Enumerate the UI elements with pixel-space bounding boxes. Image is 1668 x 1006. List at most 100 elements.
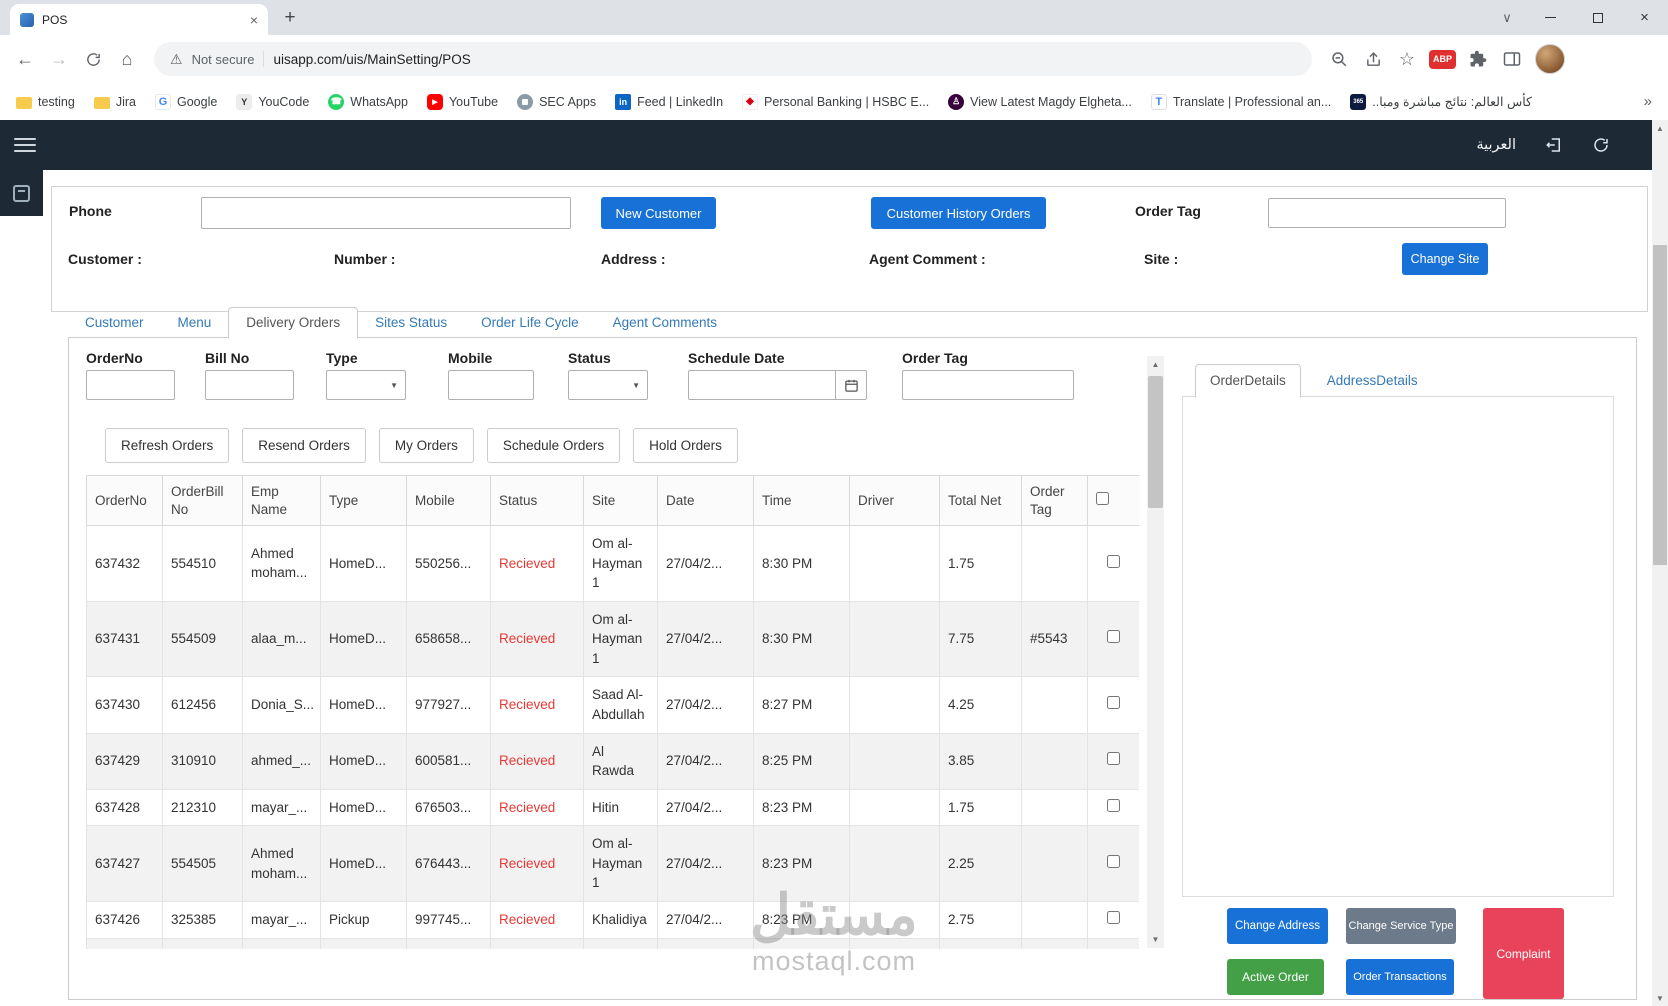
side-panel-icon[interactable] — [1495, 42, 1529, 76]
page-scrollbar[interactable]: ▲ ▼ — [1652, 120, 1668, 1006]
bookmark-translate[interactable]: Translate | Professional an... — [1150, 93, 1331, 110]
logout-icon[interactable] — [1544, 136, 1564, 154]
back-icon[interactable]: ← — [8, 42, 42, 76]
minimize-button[interactable] — [1527, 0, 1574, 35]
scroll-down-icon[interactable]: ▼ — [1147, 931, 1164, 948]
row-checkbox[interactable] — [1107, 752, 1120, 766]
filter-mobile-input[interactable] — [448, 370, 534, 400]
premier-league-favicon-icon — [948, 93, 965, 110]
bookmark-hsbc[interactable]: Personal Banking | HSBC E... — [742, 93, 929, 110]
filter-status-select[interactable]: ▼ — [568, 370, 648, 400]
resend-orders-button[interactable]: Resend Orders — [242, 428, 366, 463]
calendar-button[interactable] — [835, 370, 867, 400]
scroll-down-icon[interactable]: ▼ — [1652, 990, 1668, 1006]
new-customer-button[interactable]: New Customer — [601, 197, 716, 229]
bookmark-youtube[interactable]: YouTube — [426, 93, 498, 110]
table-row-clipped[interactable] — [86, 937, 1139, 949]
bookmark-sec-apps[interactable]: SEC Apps — [517, 93, 596, 110]
scrollbar-thumb[interactable] — [1148, 376, 1163, 508]
bookmarks-overflow-chevron-icon[interactable]: » — [1644, 93, 1652, 110]
adblock-extension-icon[interactable]: ABP — [1429, 49, 1456, 69]
zoom-icon[interactable] — [1322, 42, 1356, 76]
change-service-type-button[interactable]: Change Service Type — [1346, 908, 1456, 944]
bookmark-linkedin[interactable]: Feed | LinkedIn — [615, 93, 723, 110]
table-row[interactable]: 637430 612456 Donia_S... HomeD... 977927… — [86, 676, 1139, 734]
refresh-orders-button[interactable]: Refresh Orders — [105, 428, 230, 463]
tab-menu[interactable]: Menu — [161, 308, 229, 338]
bookmark-365scores[interactable]: كأس العالم: نتائج مباشرة ومبا.. — [1350, 93, 1532, 110]
change-site-button[interactable]: Change Site — [1402, 243, 1488, 275]
scroll-up-icon[interactable]: ▲ — [1652, 120, 1668, 136]
bookmark-testing[interactable]: testing — [16, 95, 75, 109]
address-bar[interactable]: ⚠ Not secure uisapp.com/uis/MainSetting/… — [154, 42, 1312, 76]
language-switch-link[interactable]: العربية — [1476, 137, 1516, 153]
bookmark-whatsapp[interactable]: WhatsApp — [328, 93, 408, 110]
profile-avatar[interactable] — [1535, 44, 1565, 74]
collapsed-sidebar[interactable] — [0, 170, 43, 216]
my-orders-button[interactable]: My Orders — [378, 428, 474, 463]
reload-icon[interactable] — [76, 42, 110, 76]
table-row[interactable]: 637429 310910 ahmed_... HomeD... 600581.… — [86, 732, 1139, 790]
filter-type-select[interactable]: ▼ — [326, 370, 406, 400]
order-tag-input[interactable] — [1268, 198, 1506, 228]
tab-close-icon[interactable]: × — [250, 12, 258, 28]
tab-sites-status[interactable]: Sites Status — [358, 308, 464, 338]
bookmark-jira[interactable]: Jira — [93, 95, 136, 109]
select-all-checkbox[interactable] — [1096, 491, 1109, 505]
hold-orders-button[interactable]: Hold Orders — [633, 428, 738, 463]
customer-history-orders-button[interactable]: Customer History Orders — [871, 197, 1046, 229]
schedule-orders-button[interactable]: Schedule Orders — [486, 428, 621, 463]
bookmark-youcode[interactable]: YouCode — [236, 93, 309, 110]
url-text[interactable]: uisapp.com/uis/MainSetting/POS — [273, 52, 470, 67]
scrollbar-thumb[interactable] — [1653, 245, 1667, 565]
omnibox-divider — [263, 51, 265, 67]
row-checkbox[interactable] — [1107, 798, 1120, 812]
tab-agent-comments[interactable]: Agent Comments — [596, 308, 734, 338]
filter-orderno-input[interactable] — [86, 370, 175, 400]
home-icon[interactable]: ⌂ — [110, 42, 144, 76]
table-row[interactable]: 637428 212310 mayar_... HomeD... 676503.… — [86, 788, 1139, 827]
row-checkbox[interactable] — [1107, 854, 1120, 868]
maximize-button[interactable] — [1574, 0, 1621, 35]
filter-billno-input[interactable] — [205, 370, 294, 400]
new-tab-button[interactable]: + — [276, 4, 304, 32]
table-row[interactable]: 637432 554510 Ahmed moham... HomeD... 55… — [86, 525, 1139, 602]
site-label: Site : — [1144, 251, 1179, 267]
phone-input[interactable] — [201, 197, 571, 229]
bookmark-premier-league[interactable]: View Latest Magdy Elgheta... — [948, 93, 1132, 110]
row-checkbox[interactable] — [1107, 696, 1120, 710]
tab-customer[interactable]: Customer — [68, 308, 161, 338]
filter-order-tag-input[interactable] — [902, 370, 1074, 400]
row-checkbox[interactable] — [1107, 910, 1120, 924]
complaint-button[interactable]: Complaint — [1483, 908, 1564, 999]
table-row[interactable]: 637427 554505 Ahmed moham... HomeD... 67… — [86, 825, 1139, 902]
order-transactions-button[interactable]: Order Transactions — [1346, 959, 1454, 995]
status-badge: Recieved — [490, 788, 584, 827]
forward-icon[interactable]: → — [42, 42, 76, 76]
extensions-puzzle-icon[interactable] — [1461, 42, 1495, 76]
active-order-button[interactable]: Active Order — [1227, 959, 1324, 995]
row-checkbox[interactable] — [1107, 554, 1120, 568]
not-secure-warning-icon[interactable]: ⚠ — [170, 51, 183, 68]
tab-order-details[interactable]: OrderDetails — [1195, 364, 1301, 398]
sync-icon[interactable] — [1592, 136, 1610, 154]
window-close-button[interactable]: × — [1621, 0, 1668, 35]
scroll-up-icon[interactable]: ▲ — [1147, 356, 1164, 373]
table-row[interactable]: 637431 554509 alaa_m... HomeD... 658658.… — [86, 600, 1139, 678]
tab-order-life-cycle[interactable]: Order Life Cycle — [464, 308, 596, 338]
bookmark-star-icon[interactable]: ☆ — [1390, 42, 1424, 76]
share-icon[interactable] — [1356, 42, 1390, 76]
orders-scrollbar[interactable]: ▲ ▼ — [1147, 356, 1164, 948]
schedule-date-input[interactable] — [688, 370, 835, 400]
table-row[interactable]: 637426 325385 mayar_... Pickup 997745...… — [86, 900, 1139, 939]
bookmark-google[interactable]: Google — [155, 93, 217, 110]
calendar-icon — [844, 379, 858, 392]
tab-search-chevron-icon[interactable]: ∨ — [1487, 10, 1527, 26]
change-address-button[interactable]: Change Address — [1227, 908, 1328, 944]
browser-tab[interactable]: POS × — [10, 4, 268, 35]
tab-delivery-orders[interactable]: Delivery Orders — [228, 307, 359, 339]
row-checkbox[interactable] — [1107, 630, 1120, 644]
hamburger-menu-icon[interactable] — [14, 138, 36, 152]
col-time: Time — [753, 475, 850, 527]
tab-address-details[interactable]: AddressDetails — [1327, 365, 1418, 397]
